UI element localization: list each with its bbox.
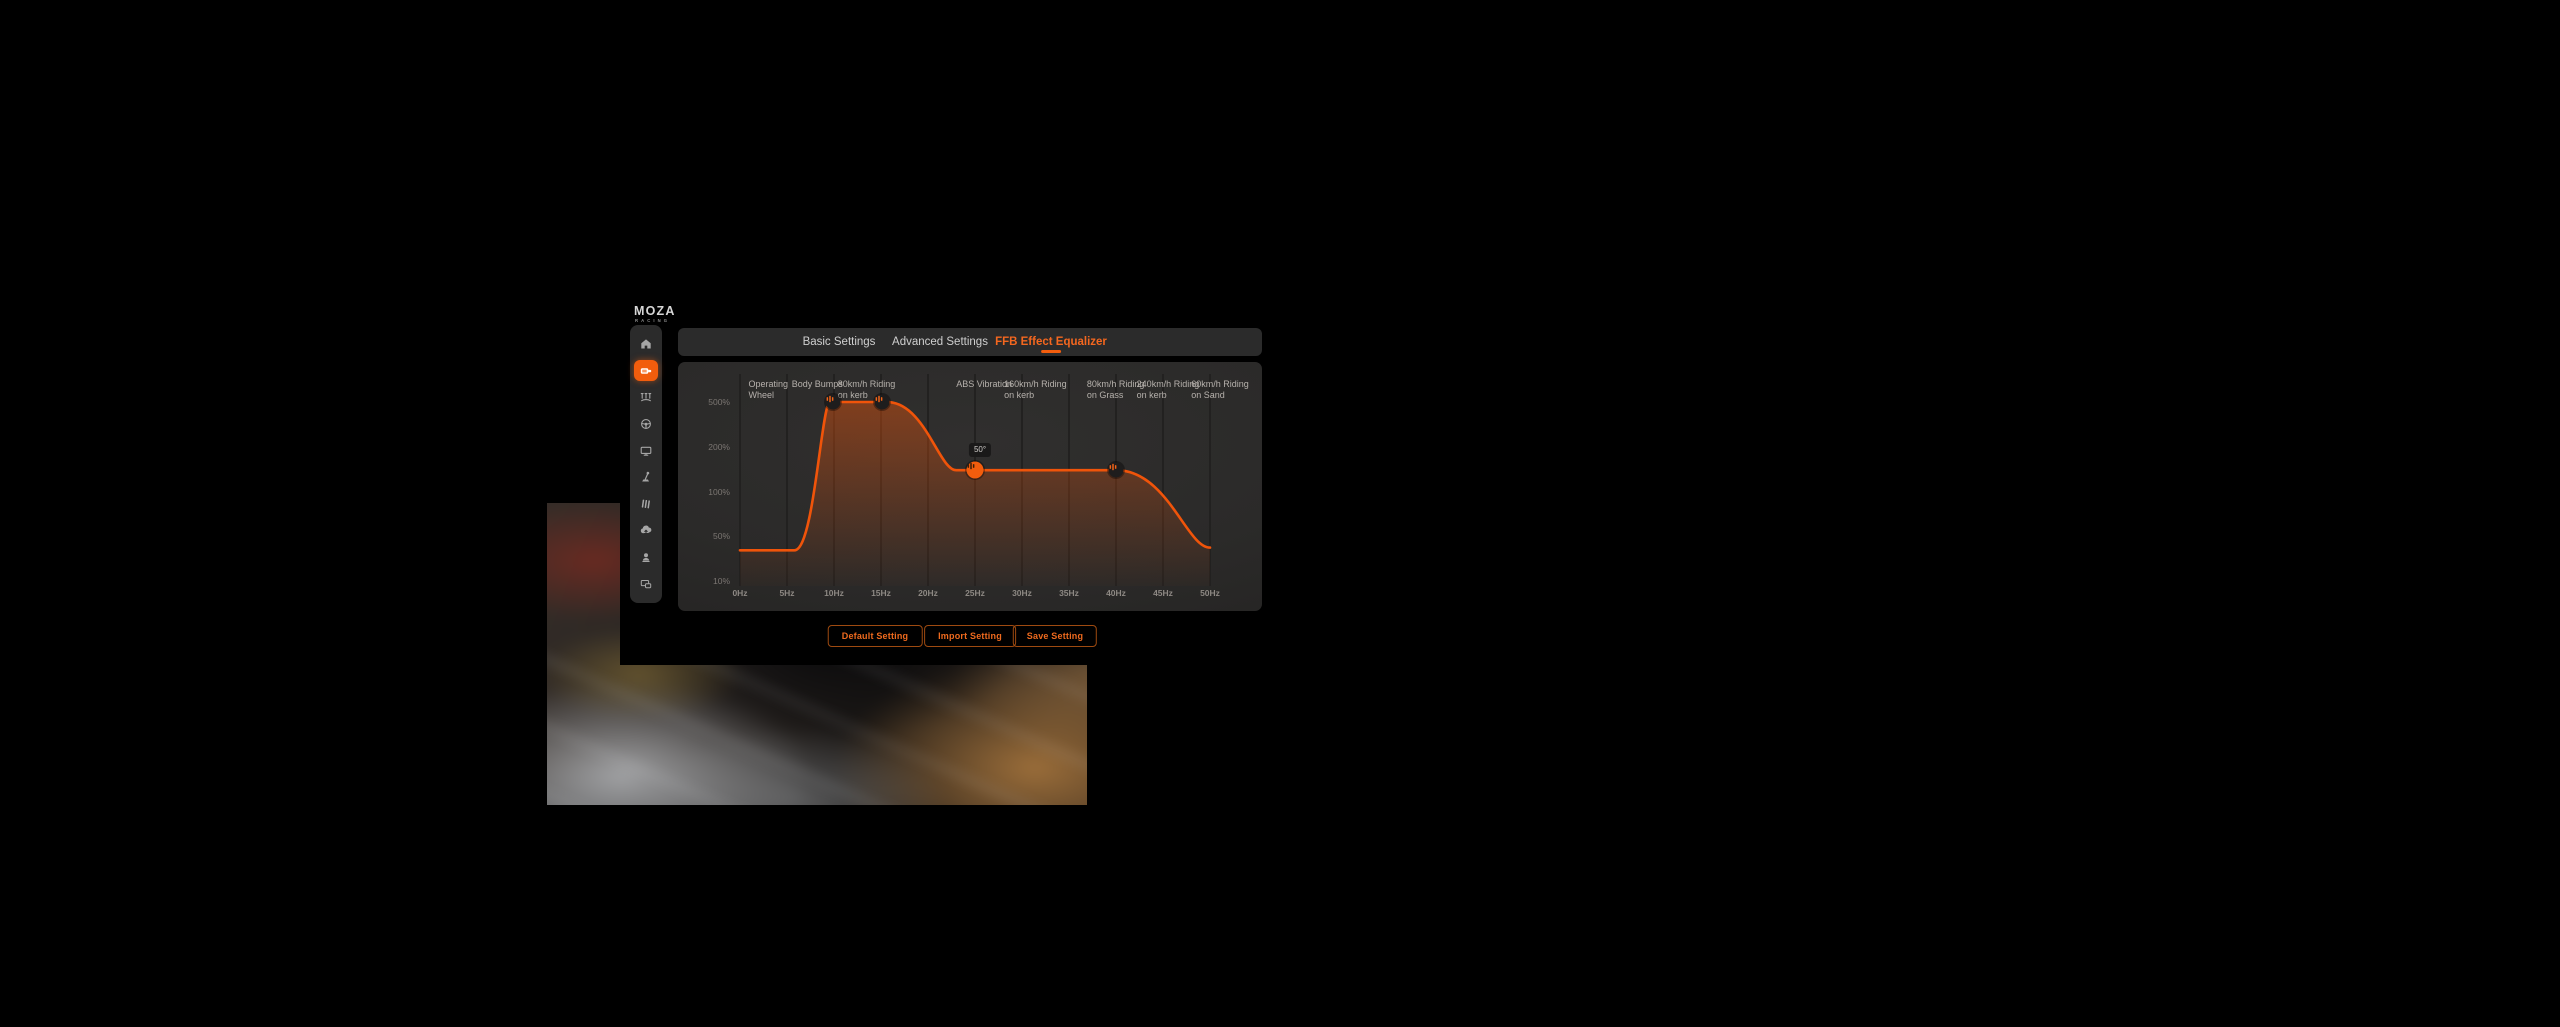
steering-wheel-icon bbox=[641, 419, 651, 430]
cloud-upload-icon bbox=[640, 526, 652, 535]
desktop: MOZA RACING Basic Settings Advanced Sett… bbox=[0, 0, 2560, 1027]
library-icon bbox=[641, 499, 650, 509]
equalizer-panel: 500% 200% 100% 50% 10% 0Hz 5Hz 10Hz 15Hz 20Hz 25Hz… bbox=[678, 362, 1262, 611]
pedals-icon bbox=[640, 393, 652, 402]
band-label: Body Bumps bbox=[791, 379, 843, 389]
wheelbase-icon bbox=[640, 368, 652, 374]
tab-bar: Basic Settings Advanced Settings FFB Eff… bbox=[678, 328, 1262, 356]
x-tick-label: 20Hz bbox=[918, 588, 938, 598]
default-setting-button[interactable]: Default Setting bbox=[827, 625, 923, 647]
eq-handle[interactable] bbox=[825, 394, 841, 410]
sidebar-item-devices[interactable] bbox=[634, 573, 658, 594]
eq-handle[interactable] bbox=[874, 394, 890, 410]
eq-plot: 500% 200% 100% 50% 10% 0Hz 5Hz 10Hz 15Hz 20Hz 25Hz… bbox=[678, 362, 1262, 611]
brand-sub: RACING bbox=[635, 318, 671, 323]
sidebar-item-library[interactable] bbox=[634, 493, 658, 514]
band-label: 240km/h Riding on kerb bbox=[1136, 379, 1200, 400]
brand-name: MOZA bbox=[634, 304, 676, 318]
tab-basic-settings-label: Basic Settings bbox=[802, 336, 876, 348]
value-tooltip: 50° bbox=[968, 443, 992, 458]
x-tick-label: 15Hz bbox=[871, 588, 891, 598]
y-tick-label: 200% bbox=[708, 442, 730, 452]
band-label: 60km/h Riding on Sand bbox=[1191, 379, 1249, 400]
x-tick-label: 0Hz bbox=[732, 588, 748, 598]
tab-ffb-effect-equalizer[interactable]: FFB Effect Equalizer bbox=[995, 328, 1107, 356]
sidebar-item-steering-wheel[interactable] bbox=[634, 414, 658, 435]
y-tick-label: 100% bbox=[708, 487, 730, 497]
sidebar-item-display[interactable] bbox=[634, 440, 658, 461]
x-tick-label: 50Hz bbox=[1200, 588, 1220, 598]
y-tick-label: 500% bbox=[708, 397, 730, 407]
x-tick-label: 40Hz bbox=[1106, 588, 1126, 598]
sidebar-item-cloud-sync[interactable] bbox=[634, 520, 658, 541]
tab-basic-settings[interactable]: Basic Settings bbox=[803, 328, 876, 356]
eq-handle[interactable] bbox=[1108, 462, 1124, 478]
x-tick-label: 30Hz bbox=[1012, 588, 1032, 598]
sidebar-item-home[interactable] bbox=[634, 334, 658, 355]
sidebar-item-wheelbase[interactable] bbox=[634, 360, 658, 382]
sidebar-item-profile[interactable] bbox=[634, 547, 658, 568]
tab-advanced-settings[interactable]: Advanced Settings bbox=[892, 328, 988, 356]
shifter-icon bbox=[642, 472, 650, 482]
x-tick-label: 35Hz bbox=[1059, 588, 1079, 598]
eq-handle-active[interactable] bbox=[966, 461, 984, 479]
user-icon bbox=[642, 553, 650, 563]
x-tick-label: 25Hz bbox=[965, 588, 985, 598]
moza-app-window: MOZA RACING Basic Settings Advanced Sett… bbox=[620, 305, 1262, 665]
sidebar-item-pedals[interactable] bbox=[634, 387, 658, 408]
band-label: Operating Wheel bbox=[748, 379, 788, 400]
save-setting-button[interactable]: Save Setting bbox=[1012, 625, 1098, 647]
tab-ffb-effect-equalizer-label: FFB Effect Equalizer bbox=[995, 336, 1107, 348]
tab-advanced-settings-label: Advanced Settings bbox=[892, 336, 988, 348]
import-setting-button[interactable]: Import Setting bbox=[924, 625, 1016, 647]
x-tick-label: 45Hz bbox=[1153, 588, 1173, 598]
moza-logo: MOZA RACING bbox=[634, 305, 676, 323]
sidebar-item-shifter[interactable] bbox=[634, 467, 658, 488]
active-tab-underline bbox=[1040, 350, 1061, 353]
x-tick-label: 10Hz bbox=[824, 588, 844, 598]
band-label: 160km/h Riding on kerb bbox=[1004, 379, 1067, 400]
display-icon bbox=[640, 446, 652, 456]
sidebar bbox=[630, 325, 662, 603]
home-icon bbox=[641, 339, 651, 349]
x-tick-label: 5Hz bbox=[779, 588, 795, 598]
y-tick-label: 10% bbox=[712, 576, 730, 586]
devices-icon bbox=[640, 579, 652, 588]
y-tick-label: 50% bbox=[712, 531, 730, 541]
